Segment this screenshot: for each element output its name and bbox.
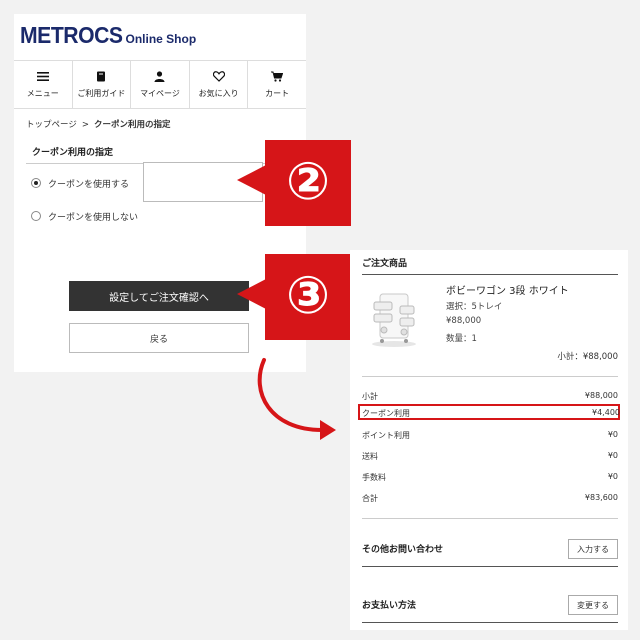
no-coupon-label[interactable]: クーポンを使用しない: [48, 210, 138, 223]
summary-fee-row: 手数料 ¥0: [362, 472, 618, 483]
summary-label: 合計: [362, 494, 378, 503]
nav-bar: メニュー ご利用ガイド マイページ お気に入り カート: [14, 60, 306, 109]
nav-item-guide[interactable]: ご利用ガイド: [73, 61, 132, 108]
menu-icon: [36, 71, 49, 84]
nav-label: メニュー: [26, 88, 59, 98]
payment-method-label: お支払い方法: [362, 601, 417, 611]
nav-item-mypage[interactable]: マイページ: [131, 61, 190, 108]
divider: [362, 622, 618, 623]
summary-total-row: 合計 ¥83,600: [362, 493, 618, 504]
use-coupon-radio[interactable]: [31, 178, 41, 188]
step-2-number: ②: [286, 152, 330, 212]
coupon-section-title: クーポン利用の指定: [32, 148, 114, 158]
product-price: ¥88,000: [446, 316, 482, 326]
logo-main-text: METROCS: [20, 22, 123, 48]
nav-label: マイページ: [140, 88, 180, 98]
order-confirm-screen: ご注文商品 ボビーワゴン 3段 ホワイト 選択：5トレイ ¥88,000 数量：…: [350, 250, 628, 630]
nav-label: お気に入り: [198, 88, 239, 98]
summary-label: 送料: [362, 452, 378, 461]
summary-value: ¥0: [607, 472, 618, 481]
use-coupon-label[interactable]: クーポンを使用する: [48, 177, 129, 190]
summary-points-row: ポイント利用 ¥0: [362, 430, 618, 441]
item-subtotal: 小計：¥88,000: [557, 352, 618, 362]
divider: [362, 518, 618, 519]
breadcrumb-current: クーポン利用の指定: [93, 120, 171, 130]
cart-icon: [271, 71, 284, 84]
divider: [362, 376, 618, 377]
flow-arrow: [250, 352, 350, 446]
summary-label: 手数料: [362, 473, 386, 482]
breadcrumb: トップページ > クーポン利用の指定: [26, 118, 170, 130]
guide-book-icon: [96, 71, 106, 84]
step-3-number: ③: [286, 266, 330, 326]
nav-item-cart[interactable]: カート: [248, 61, 306, 108]
back-button[interactable]: 戻る: [69, 323, 249, 353]
heart-icon: [212, 70, 225, 84]
nav-item-menu[interactable]: メニュー: [14, 61, 73, 108]
nav-label: カート: [265, 88, 290, 98]
no-coupon-radio[interactable]: [31, 211, 41, 221]
summary-shipping-row: 送料 ¥0: [362, 451, 618, 462]
logo-sub-text: Online Shop: [125, 32, 197, 46]
order-items-title: ご注文商品: [362, 259, 408, 269]
summary-coupon-row: クーポン利用 ¥4,400: [362, 408, 620, 419]
summary-value: ¥0: [607, 430, 618, 439]
breadcrumb-home[interactable]: トップページ: [26, 120, 77, 130]
summary-value: ¥4,400: [592, 408, 620, 417]
product-name[interactable]: ボビーワゴン 3段 ホワイト: [446, 282, 569, 297]
summary-value: ¥0: [607, 451, 618, 460]
confirm-order-button[interactable]: 設定してご注文確認へ: [69, 281, 249, 311]
summary-label: ポイント利用: [362, 431, 410, 440]
breadcrumb-separator: >: [81, 120, 89, 130]
summary-value: ¥88,000: [584, 391, 618, 400]
product-image: [366, 288, 422, 348]
divider: [362, 566, 618, 567]
summary-label: クーポン利用: [362, 409, 410, 418]
product-option: 選択：5トレイ: [446, 302, 503, 312]
inquiry-label: その他お問い合わせ: [362, 545, 444, 555]
summary-label: 小計: [362, 392, 378, 401]
step-3-callout: ③: [237, 254, 352, 340]
inquiry-input-button[interactable]: 入力する: [568, 539, 618, 559]
nav-label: ご利用ガイド: [77, 88, 126, 98]
user-icon: [154, 70, 165, 84]
divider: [362, 274, 618, 275]
nav-item-favorite[interactable]: お気に入り: [190, 61, 249, 108]
summary-value: ¥83,600: [584, 493, 618, 502]
site-logo[interactable]: METROCS Online Shop: [20, 22, 196, 49]
step-2-callout: ②: [237, 140, 352, 226]
product-quantity: 数量：1: [446, 334, 477, 344]
payment-change-button[interactable]: 変更する: [568, 595, 618, 615]
summary-subtotal-row: 小計 ¥88,000: [362, 391, 618, 402]
